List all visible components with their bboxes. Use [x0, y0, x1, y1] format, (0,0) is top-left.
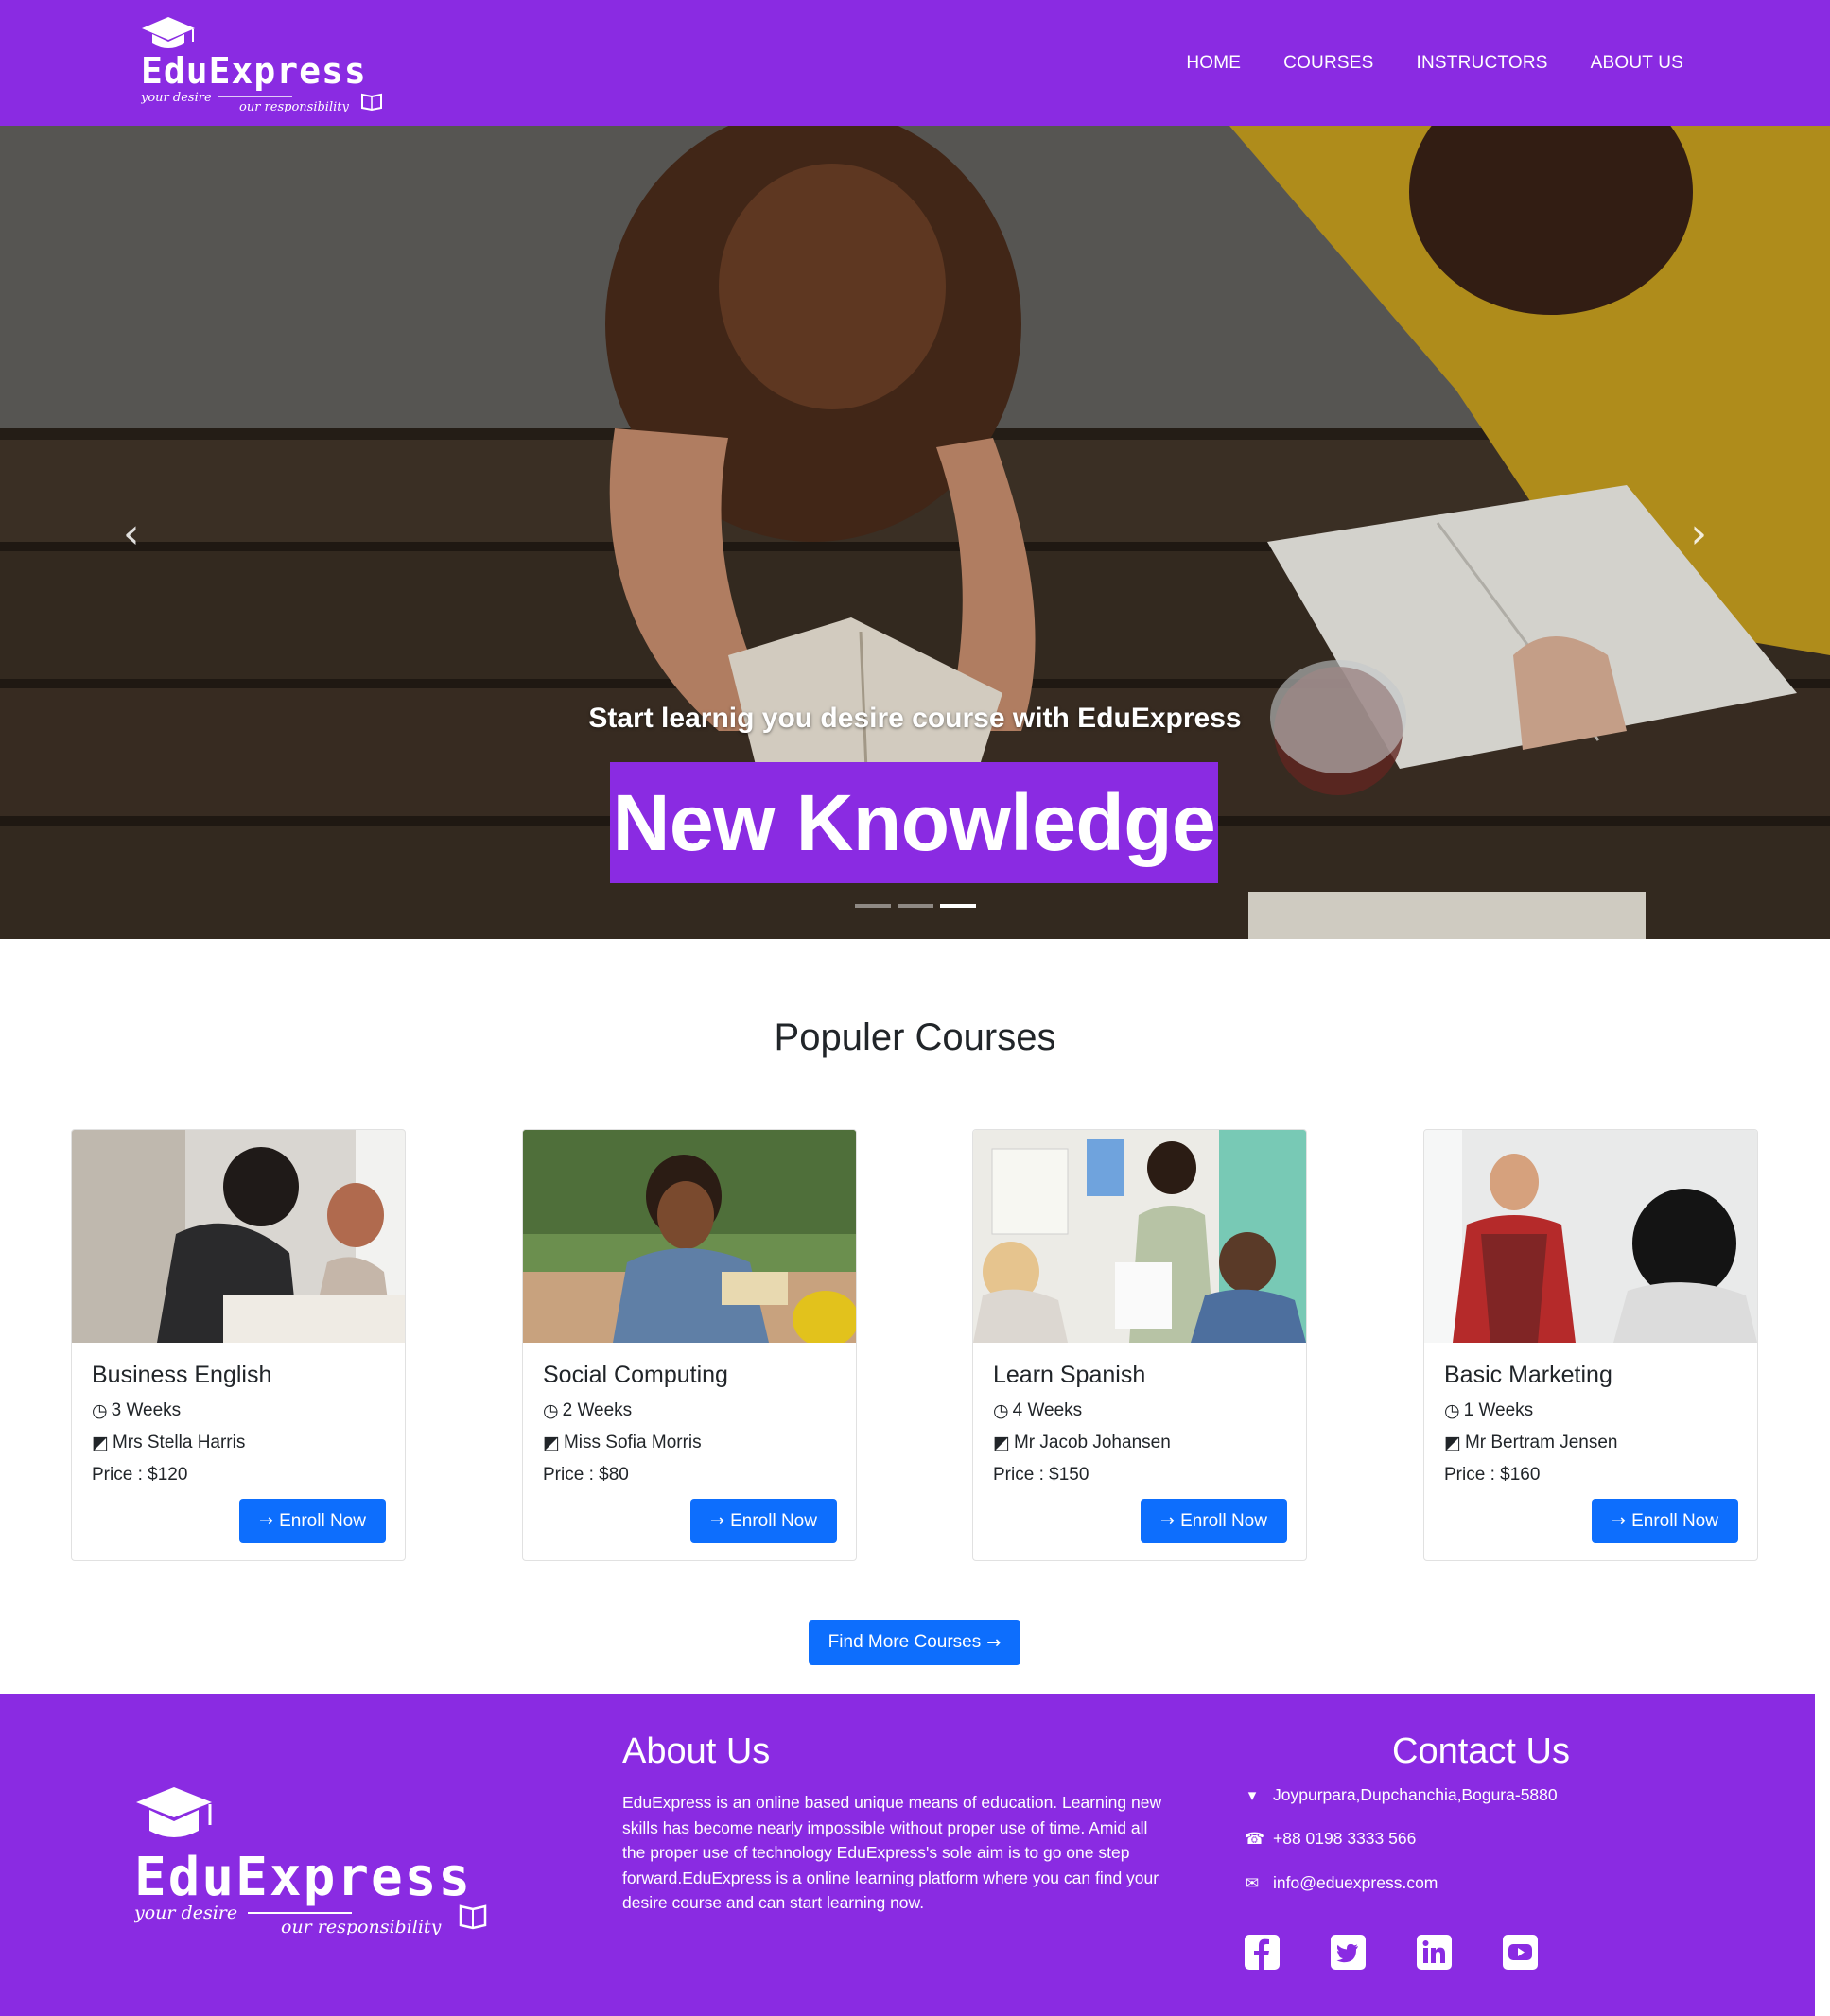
youtube-icon[interactable] — [1503, 1935, 1538, 1970]
eduexpress-logo[interactable]: EduExpress your desire our responsibilit… — [141, 13, 387, 112]
course-instructor-text: Mrs Stella Harris — [112, 1433, 246, 1452]
svg-text:our responsibility: our responsibility — [239, 100, 349, 112]
course-title[interactable]: Basic Marketing — [1444, 1362, 1612, 1389]
course-title[interactable]: Learn Spanish — [993, 1362, 1145, 1389]
course-instructor: ◩ Mrs Stella Harris — [92, 1433, 245, 1453]
navbar: EduExpress your desire our responsibilit… — [0, 0, 1830, 126]
svg-text:EduExpress: EduExpress — [134, 1847, 472, 1908]
course-card: Business English ◷ 3 Weeks ◩ Mrs Stella … — [71, 1129, 406, 1561]
course-card: Basic Marketing ◷ 1 Weeks ◩ Mr Bertram J… — [1423, 1129, 1758, 1561]
enroll-now-label: Enroll Now — [1631, 1510, 1718, 1531]
hero-carousel: ‹ › Start learnig you desire course with… — [0, 126, 1830, 939]
course-price: Price : $160 — [1444, 1465, 1541, 1485]
course-duration-text: 3 Weeks — [111, 1400, 182, 1420]
course-image — [523, 1130, 856, 1343]
contact-email-text[interactable]: info@eduexpress.com — [1273, 1873, 1438, 1893]
enroll-now-button[interactable]: → Enroll Now — [239, 1499, 386, 1543]
carousel-prev-icon[interactable]: ‹ — [123, 513, 140, 555]
arrow-right-icon: → — [986, 1632, 1002, 1653]
course-price: Price : $150 — [993, 1465, 1089, 1485]
course-image — [1424, 1130, 1757, 1343]
clock-icon: ◷ — [543, 1400, 559, 1421]
enroll-now-label: Enroll Now — [730, 1510, 817, 1531]
nav-links: HOME COURSES INSTRUCTORS ABOUT US — [1186, 0, 1683, 126]
chalkboard-teacher-icon: ◩ — [92, 1433, 109, 1453]
enroll-now-button[interactable]: → Enroll Now — [1141, 1499, 1287, 1543]
carousel-indicator-1[interactable] — [854, 904, 891, 908]
course-instructor-text: Miss Sofia Morris — [563, 1433, 702, 1452]
course-image — [72, 1130, 405, 1343]
course-duration: ◷ 1 Weeks — [1444, 1400, 1533, 1421]
enroll-now-label: Enroll Now — [279, 1510, 366, 1531]
chalkboard-teacher-icon: ◩ — [1444, 1433, 1461, 1453]
course-image — [973, 1130, 1306, 1343]
nav-home[interactable]: HOME — [1186, 53, 1241, 74]
course-card: Social Computing ◷ 2 Weeks ◩ Miss Sofia … — [522, 1129, 857, 1561]
footer-about-text: EduExpress is an online based unique mea… — [622, 1793, 1162, 1912]
carousel-indicator-2[interactable] — [897, 904, 933, 908]
facebook-icon[interactable] — [1245, 1935, 1280, 1970]
find-more-courses-label: Find More Courses — [828, 1632, 982, 1652]
phone-icon: ☎ — [1245, 1829, 1265, 1849]
envelope-icon: ✉ — [1245, 1873, 1260, 1893]
sign-in-icon: → — [259, 1511, 274, 1531]
course-instructor-text: Mr Bertram Jensen — [1464, 1433, 1618, 1452]
hero-title: New Knowledge — [612, 777, 1216, 867]
course-duration: ◷ 2 Weeks — [543, 1400, 632, 1421]
course-instructor: ◩ Mr Jacob Johansen — [993, 1433, 1171, 1453]
carousel-indicators — [0, 904, 1830, 908]
social-links — [1245, 1935, 1538, 1970]
course-title[interactable]: Business English — [92, 1362, 271, 1389]
chalkboard-teacher-icon: ◩ — [993, 1433, 1010, 1453]
contact-phone-text[interactable]: +88 0198 3333 566 — [1273, 1829, 1416, 1849]
footer-about-title: About Us — [622, 1731, 771, 1771]
find-more-courses-button[interactable]: Find More Courses → — [809, 1620, 1020, 1665]
carousel-next-icon[interactable]: › — [1690, 513, 1707, 555]
svg-text:our responsibility: our responsibility — [281, 1917, 442, 1935]
course-duration-text: 1 Weeks — [1463, 1400, 1534, 1420]
nav-instructors[interactable]: INSTRUCTORS — [1417, 53, 1548, 74]
contact-email: ✉ info@eduexpress.com — [1245, 1873, 1438, 1893]
svg-text:EduExpress: EduExpress — [141, 50, 367, 92]
sign-in-icon: → — [1160, 1511, 1176, 1531]
course-instructor: ◩ Miss Sofia Morris — [543, 1433, 702, 1453]
chalkboard-teacher-icon: ◩ — [543, 1433, 560, 1453]
course-price: Price : $120 — [92, 1465, 188, 1485]
footer: EduExpress your desire our responsibilit… — [0, 1694, 1815, 2016]
course-duration-text: 2 Weeks — [562, 1400, 633, 1420]
carousel-indicator-3[interactable] — [939, 904, 976, 908]
footer-contact-title: Contact Us — [1392, 1731, 1570, 1771]
course-card: Learn Spanish ◷ 4 Weeks ◩ Mr Jacob Johan… — [972, 1129, 1307, 1561]
hero-title-box: New Knowledge — [610, 762, 1218, 883]
footer-eduexpress-logo[interactable]: EduExpress your desire our responsibilit… — [134, 1783, 498, 1935]
enroll-now-label: Enroll Now — [1180, 1510, 1267, 1531]
nav-about-us[interactable]: ABOUT US — [1591, 53, 1683, 74]
twitter-icon[interactable] — [1331, 1935, 1366, 1970]
course-duration: ◷ 4 Weeks — [993, 1400, 1082, 1421]
hero-subtitle: Start learnig you desire course with Edu… — [588, 703, 1242, 734]
course-instructor-text: Mr Jacob Johansen — [1013, 1433, 1171, 1452]
sign-in-icon: → — [710, 1511, 725, 1531]
course-duration: ◷ 3 Weeks — [92, 1400, 181, 1421]
contact-phone: ☎ +88 0198 3333 566 — [1245, 1829, 1416, 1849]
svg-text:your desire: your desire — [141, 91, 212, 105]
svg-text:your desire: your desire — [134, 1903, 237, 1923]
course-instructor: ◩ Mr Bertram Jensen — [1444, 1433, 1618, 1453]
clock-icon: ◷ — [993, 1400, 1009, 1421]
clock-icon: ◷ — [1444, 1400, 1460, 1421]
courses-section-title: Populer Courses — [774, 1017, 1056, 1058]
contact-address-text: Joypurpara,Dupchanchia,Bogura-5880 — [1273, 1785, 1558, 1804]
contact-address: ▾ Joypurpara,Dupchanchia,Bogura-5880 — [1245, 1785, 1558, 1805]
course-duration-text: 4 Weeks — [1012, 1400, 1083, 1420]
enroll-now-button[interactable]: → Enroll Now — [690, 1499, 837, 1543]
map-marker-icon: ▾ — [1247, 1785, 1257, 1805]
clock-icon: ◷ — [92, 1400, 108, 1421]
course-price: Price : $80 — [543, 1465, 629, 1485]
nav-courses[interactable]: COURSES — [1283, 53, 1373, 74]
course-title[interactable]: Social Computing — [543, 1362, 728, 1389]
linkedin-icon[interactable] — [1417, 1935, 1452, 1970]
sign-in-icon: → — [1612, 1511, 1627, 1531]
enroll-now-button[interactable]: → Enroll Now — [1592, 1499, 1738, 1543]
